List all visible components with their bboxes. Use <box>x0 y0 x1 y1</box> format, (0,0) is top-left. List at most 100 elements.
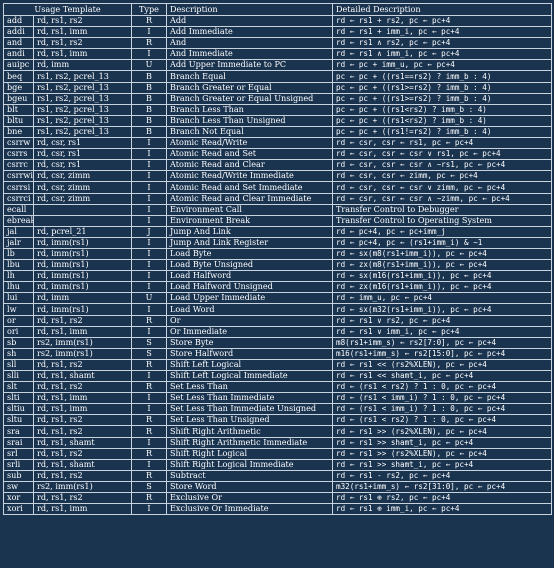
operands-cell: rd, csr, zimm <box>33 192 132 205</box>
operands-cell: rd, csr, zimm <box>33 170 132 183</box>
operands-cell <box>33 214 132 227</box>
operands-cell: rd, rs1, imm <box>33 403 132 416</box>
mnemonic-cell: xori <box>3 503 34 516</box>
type-cell: I <box>131 303 167 316</box>
table-row: sll rd, rs1, rs2 R Shift Left Logical rd ← r… <box>3 358 552 372</box>
operands-cell: rd, rs1, rs2 <box>33 37 132 50</box>
description-cell: Load Byte Unsigned <box>166 259 333 272</box>
detail-cell: Transfer Control to Operating System <box>332 214 552 227</box>
operands-cell: rd, rs1, rs2 <box>33 447 132 460</box>
operands-cell: rd, csr, rs1 <box>33 137 132 150</box>
table-row: csrrwi rd, csr, zimm I Atomic Read/Write Im… <box>3 170 552 183</box>
mnemonic-cell: csrrci <box>3 192 34 205</box>
table-row: bne rs1, rs2, pcrel_13 B Branch Not Equal pc… <box>3 125 552 139</box>
mnemonic-cell: srli <box>3 458 34 471</box>
type-cell: I <box>131 214 167 227</box>
table-row: sub rd, rs1, rs2 R Subtract rd ← rs1 - rs2, … <box>3 469 552 482</box>
type-cell: B <box>131 103 167 116</box>
type-cell: B <box>131 81 167 94</box>
operands-cell: rd, imm(rs1) <box>33 236 132 249</box>
header-type: Type <box>131 3 167 16</box>
table-row: csrrsi rd, csr, zimm I Atomic Read and Set … <box>3 181 552 194</box>
detail-cell: rd ← sx(m8(rs1+imm_i)), pc ← pc+4 <box>332 247 552 261</box>
operands-cell: rs1, rs2, pcrel_13 <box>33 81 132 94</box>
table-row: lb rd, imm(rs1) I Load Byte rd ← sx(m8(rs1+i… <box>3 247 552 261</box>
mnemonic-cell: sltiu <box>3 403 34 416</box>
detail-cell: rd ← rs1 ∧ imm_i, pc ← pc+4 <box>332 48 552 61</box>
type-cell: J <box>131 225 167 238</box>
mnemonic-cell: csrrc <box>3 159 34 172</box>
mnemonic-cell: blt <box>3 103 34 116</box>
type-cell: B <box>131 92 167 105</box>
mnemonic-cell: csrrsi <box>3 181 34 194</box>
description-cell: Environment Call <box>166 203 333 216</box>
table-row: lbu rd, imm(rs1) I Load Byte Unsigned rd ← z… <box>3 259 552 272</box>
mnemonic-cell: bge <box>3 81 34 94</box>
operands-cell: rd, rs1, shamt <box>33 458 132 471</box>
table-row: csrrc rd, csr, rs1 I Atomic Read and Clear r… <box>3 159 552 172</box>
table-body: add rd, rs1, rs2 R Add rd ← rs1 + rs2, pc ← … <box>3 14 552 516</box>
detail-cell: rd ← zx(m16(rs1+imm_i)), pc ← pc+4 <box>332 281 552 294</box>
type-cell: I <box>131 159 167 172</box>
detail-cell: m8(rs1+imm_s) ← rs2[7:0], pc ← pc+4 <box>332 336 552 349</box>
table-row: srl rd, rs1, rs2 R Shift Right Logical rd ← … <box>3 447 552 460</box>
mnemonic-cell: auipc <box>3 59 34 72</box>
table-row: andi rd, rs1, imm I And Immediate rd ← rs1 ∧… <box>3 48 552 61</box>
detail-cell: rd ← rs1 >> shamt_i, pc ← pc+4 <box>332 458 552 471</box>
operands-cell: rs2, imm(rs1) <box>33 336 132 349</box>
table-row: or rd, rs1, rs2 R Or rd ← rs1 ∨ rs2, pc ← pc… <box>3 314 552 327</box>
table-row: jalr rd, imm(rs1) I Jump And Link Register r… <box>3 236 552 249</box>
type-cell: R <box>131 14 167 28</box>
operands-cell: rd, imm(rs1) <box>33 247 132 261</box>
table-row: csrrci rd, csr, zimm I Atomic Read and Clea… <box>3 192 552 205</box>
detail-cell: rd ← rs1 >> (rs2%XLEN), pc ← pc+4 <box>332 425 552 438</box>
operands-cell: rd, imm <box>33 292 132 305</box>
detail-cell: rd ← rs1 - rs2, pc ← pc+4 <box>332 469 552 482</box>
operands-cell: rd, rs1, imm <box>33 392 132 405</box>
mnemonic-cell: lui <box>3 292 34 305</box>
mnemonic-cell: srl <box>3 447 34 460</box>
mnemonic-cell: lbu <box>3 259 34 272</box>
mnemonic-cell: srai <box>3 436 34 449</box>
detail-cell: rd ← pc+4, pc ← pc+imm_j <box>332 225 552 238</box>
type-cell: I <box>131 137 167 150</box>
description-cell: Load Word <box>166 303 333 316</box>
description-cell: Add Immediate <box>166 26 333 39</box>
mnemonic-cell: jalr <box>3 236 34 249</box>
type-cell: I <box>131 325 167 338</box>
operands-cell: rs1, rs2, pcrel_13 <box>33 114 132 127</box>
table-row: csrrs rd, csr, rs1 I Atomic Read and Set rd … <box>3 148 552 161</box>
type-cell: B <box>131 114 167 127</box>
table-row: bltu rs1, rs2, pcrel_13 B Branch Less Than … <box>3 114 552 127</box>
description-cell: Shift Right Arithmetic <box>166 425 333 438</box>
mnemonic-cell: slli <box>3 369 34 383</box>
detail-cell: rd ← rs1 ⊕ imm_i, pc ← pc+4 <box>332 503 552 516</box>
detail-cell: rd ← csr, csr ← rs1, pc ← pc+4 <box>332 137 552 150</box>
description-cell: Branch Greater or Equal <box>166 81 333 94</box>
description-cell: Set Less Than <box>166 381 333 394</box>
operands-cell: rs1, rs2, pcrel_13 <box>33 92 132 105</box>
description-cell: Set Less Than Unsigned <box>166 414 333 427</box>
type-cell: I <box>131 403 167 416</box>
instruction-reference-table: Usage Template Type Description Detailed… <box>3 3 552 516</box>
table-row: lw rd, imm(rs1) I Load Word rd ← sx(m32(rs1+… <box>3 303 552 316</box>
type-cell: R <box>131 414 167 427</box>
table-row: sltiu rd, rs1, imm I Set Less Than Immediat… <box>3 403 552 416</box>
operands-cell: rd, imm(rs1) <box>33 303 132 316</box>
description-cell: Atomic Read and Clear Immediate <box>166 192 333 205</box>
type-cell: I <box>131 503 167 516</box>
description-cell: Store Byte <box>166 336 333 349</box>
type-cell: B <box>131 70 167 83</box>
operands-cell: rd, rs1, shamt <box>33 369 132 383</box>
operands-cell: rd, imm(rs1) <box>33 270 132 283</box>
table-row: sb rs2, imm(rs1) S Store Byte m8(rs1+imm_s) … <box>3 336 552 349</box>
detail-cell: rd ← csr, csr ← csr ∨ rs1, pc ← pc+4 <box>332 148 552 161</box>
detail-cell: rd ← (rs1 < imm_i) ? 1 : 0, pc ← pc+4 <box>332 392 552 405</box>
type-cell: I <box>131 170 167 183</box>
operands-cell: rs2, imm(rs1) <box>33 347 132 360</box>
mnemonic-cell: sltu <box>3 414 34 427</box>
type-cell: R <box>131 314 167 327</box>
type-cell: I <box>131 203 167 216</box>
detail-cell: pc ← pc + ((rs1<rs2) ? imm_b : 4) <box>332 114 552 127</box>
operands-cell: rd, rs1, rs2 <box>33 381 132 394</box>
